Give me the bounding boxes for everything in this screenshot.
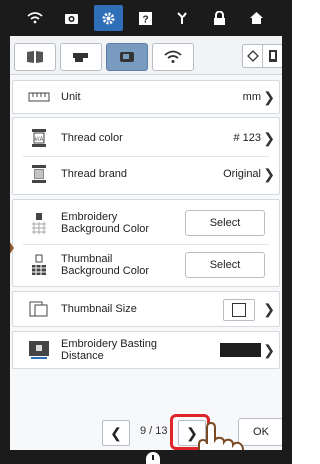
- thumbnail-size-preview: [223, 299, 255, 321]
- diamond-icon: [247, 50, 259, 62]
- unit-label: Unit: [61, 91, 81, 103]
- basting-distance-icon: [27, 340, 51, 360]
- thumbnail-background-label: Thumbnail Background Color: [61, 253, 150, 277]
- thread-brand-value: Original: [223, 168, 261, 180]
- thread-settings-card: #/A Thread color # 123 ❯ Thread brand Or…: [12, 117, 280, 195]
- settings-category-tabs: [10, 36, 284, 75]
- thumbnail-size-row[interactable]: Thumbnail Size ❯: [12, 291, 280, 327]
- page-indicator: 9 / 13: [140, 425, 168, 437]
- device-frame-right: [282, 0, 292, 464]
- device-frame-left: [0, 0, 10, 464]
- svg-text:?: ?: [142, 14, 148, 25]
- thumbnail-size-icon: [27, 299, 51, 319]
- settings-gear-icon[interactable]: [94, 5, 123, 31]
- chevron-right-icon: ❯: [263, 341, 275, 358]
- embroidery-basting-distance-row[interactable]: Embroidery Basting Distance 5.0 mm ❯: [12, 331, 280, 369]
- tab-embroidery-frame[interactable]: [14, 43, 56, 71]
- svg-text:#/A: #/A: [34, 137, 43, 143]
- chevron-right-icon: ❯: [263, 165, 275, 182]
- embroidery-background-label: Embroidery Background Color: [61, 211, 150, 235]
- file-icon: [269, 50, 277, 62]
- previous-page-button[interactable]: ❮: [102, 420, 130, 446]
- chevron-right-icon: ❯: [263, 129, 275, 146]
- tab-wifi[interactable]: [152, 43, 194, 71]
- tab-embroidery-settings[interactable]: [106, 43, 148, 71]
- lock-icon[interactable]: [205, 5, 234, 31]
- thread-color-icon: #/A: [27, 128, 51, 148]
- thumbnail-background-select-button[interactable]: Select: [185, 252, 265, 278]
- rotate-view-button[interactable]: [242, 44, 264, 68]
- thread-brand-label: Thread brand: [61, 168, 128, 180]
- basting-distance-value: 5.0 mm: [220, 343, 261, 357]
- thumbnail-size-label: Thumbnail Size: [61, 303, 137, 315]
- wifi-status-icon[interactable]: [20, 5, 49, 31]
- needle-icon[interactable]: [168, 5, 197, 31]
- home-button-icon[interactable]: [146, 452, 160, 464]
- thread-brand-row[interactable]: Thread brand Original ❯: [13, 158, 279, 190]
- chevron-right-icon: ❯: [263, 300, 275, 317]
- unit-row[interactable]: Unit mm ❯: [12, 80, 280, 114]
- sewing-machine-icon: [73, 53, 88, 62]
- thread-color-value: # 123: [233, 132, 261, 144]
- help-icon[interactable]: ?: [131, 5, 160, 31]
- embroidery-machine-icon: [120, 52, 134, 62]
- unit-value: mm: [242, 91, 261, 103]
- basting-distance-label: Embroidery Basting Distance: [61, 338, 157, 362]
- thread-color-row[interactable]: #/A Thread color # 123 ❯: [13, 122, 279, 154]
- settings-panel: Unit mm ❯ #/A Thread color # 123 ❯ Threa…: [10, 75, 282, 450]
- save-screen-button[interactable]: [262, 44, 284, 68]
- divider: [23, 244, 269, 245]
- embroidery-background-row: Embroidery Background Color Select: [13, 204, 279, 242]
- book-icon: [27, 51, 43, 63]
- thread-color-label: Thread color: [61, 132, 123, 144]
- top-bar: ?: [10, 0, 282, 36]
- wifi-icon: [164, 50, 182, 63]
- tab-sewing-machine[interactable]: [60, 43, 102, 71]
- background-color-card: Embroidery Background Color Select Thumbn…: [12, 199, 280, 287]
- chevron-right-icon: ❯: [263, 88, 275, 105]
- home-icon[interactable]: [242, 5, 271, 31]
- embroidery-background-select-button[interactable]: Select: [185, 210, 265, 236]
- thumbnail-background-icon: [27, 254, 51, 275]
- ruler-icon: [27, 87, 51, 107]
- thread-spool-icon: [27, 164, 51, 184]
- thumbnail-background-row: Thumbnail Background Color Select: [13, 246, 279, 284]
- embroidery-background-icon: [27, 213, 51, 234]
- divider: [23, 156, 269, 157]
- camera-icon[interactable]: [57, 5, 86, 31]
